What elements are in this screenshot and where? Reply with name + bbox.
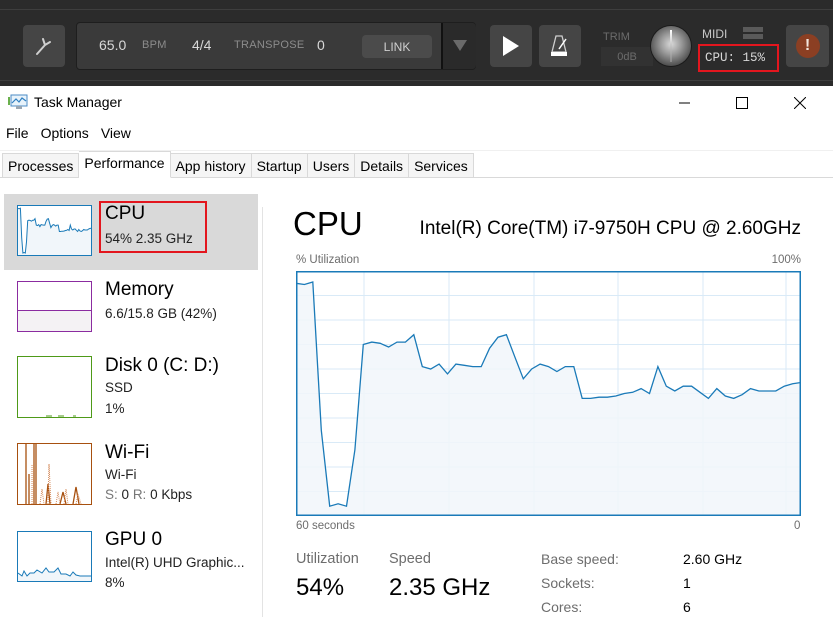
minimize-icon (679, 102, 690, 104)
tab-processes[interactable]: Processes (2, 153, 80, 178)
midi-label: MIDI (702, 27, 728, 41)
speed-value: 2.35 GHz (389, 574, 491, 601)
transpose-value[interactable]: 0 (317, 37, 325, 53)
wifi-mini-graph (25, 444, 82, 504)
spec-value: 1 (683, 575, 691, 591)
sidebar-item-detail: 1% (105, 401, 125, 416)
y-axis-label: % Utilization (296, 254, 360, 266)
trim-value[interactable]: 0dB (601, 47, 653, 66)
page-title: CPU (293, 205, 363, 242)
x-axis-left-label: 60 seconds (296, 520, 355, 532)
memory-usage-fill (18, 310, 91, 331)
midi-activity-indicator (743, 27, 763, 40)
cpu-mini-graph (18, 207, 91, 255)
spec-key: Cores: (541, 599, 583, 615)
task-manager-icon (8, 94, 28, 109)
sidebar-item-label: Disk 0 (C: D:) (105, 355, 219, 376)
maximize-icon (736, 97, 748, 109)
x-axis-right-label: 0 (794, 520, 801, 532)
play-icon (503, 36, 519, 56)
tab-performance[interactable]: Performance (79, 151, 171, 178)
toolbar-divider (0, 9, 833, 10)
tab-services[interactable]: Services (409, 153, 474, 178)
spec-value: 6 (683, 599, 691, 615)
cpu-utilization-graph (296, 271, 801, 516)
tab-details[interactable]: Details (355, 153, 410, 178)
dropdown-arrow-icon (452, 40, 467, 51)
sidebar-item-disk[interactable]: Disk 0 (C: D:) SSD 1% (4, 346, 258, 422)
menu-bar: File Options View (6, 125, 131, 141)
tab-users[interactable]: Users (307, 153, 356, 178)
transport-panel: 65.0 BPM 4/4 TRANSPOSE 0 LINK (76, 22, 476, 70)
sidebar-item-detail: 8% (105, 575, 125, 590)
sidebar-item-gpu[interactable]: GPU 0 Intel(R) UHD Graphic... 8% (4, 520, 258, 596)
spec-key: Base speed: (541, 551, 619, 567)
menu-view[interactable]: View (101, 125, 131, 141)
cpu-highlight-box (99, 201, 207, 253)
wifi-thumbnail (17, 443, 92, 505)
close-icon (794, 97, 806, 109)
sidebar-item-memory[interactable]: Memory 6.6/15.8 GB (42%) (4, 270, 258, 346)
wifi-throughput: S: 0 R: 0 Kbps (105, 487, 193, 502)
tempo-unit: BPM (142, 39, 167, 51)
time-signature[interactable]: 4/4 (192, 37, 211, 53)
spec-value: 2.60 GHz (683, 551, 743, 567)
window-title-bar: Task Manager (8, 93, 122, 111)
alert-button[interactable]: ! (786, 25, 829, 67)
metronome-button[interactable] (539, 25, 581, 67)
trim-label: TRIM (603, 31, 630, 43)
window-title: Task Manager (34, 94, 122, 110)
y-axis-max-label: 100% (771, 254, 801, 266)
sidebar-item-detail: Wi-Fi (105, 467, 137, 482)
utilization-label: Utilization (296, 551, 359, 567)
tab-startup[interactable]: Startup (251, 153, 308, 178)
play-button[interactable] (490, 25, 532, 67)
sidebar-divider (262, 207, 263, 617)
sidebar-item-label: GPU 0 (105, 529, 163, 550)
link-button[interactable]: LINK (362, 35, 432, 58)
close-button[interactable] (770, 88, 830, 118)
minimize-button[interactable] (655, 88, 715, 118)
maximize-button[interactable] (712, 88, 772, 118)
transport-dropdown-button[interactable] (443, 23, 476, 69)
menu-file[interactable]: File (6, 125, 29, 141)
speed-label: Speed (389, 551, 431, 567)
menu-options[interactable]: Options (41, 125, 89, 141)
disk-mini-graph (46, 415, 76, 417)
daw-toolbar: 65.0 BPM 4/4 TRANSPOSE 0 LINK TRIM 0dB M… (0, 0, 833, 86)
alert-icon: ! (795, 34, 820, 58)
utilization-value: 54% (296, 574, 345, 601)
tab-app-history[interactable]: App history (170, 153, 252, 178)
wrench-icon (36, 38, 51, 55)
toolbar-divider (0, 80, 833, 81)
sidebar-item-detail: SSD (105, 380, 133, 395)
cpu-model: Intel(R) Core(TM) i7-9750H CPU @ 2.60GHz (419, 218, 801, 239)
sidebar-item-label: Wi-Fi (105, 442, 150, 463)
utilization-area (18, 208, 91, 255)
sidebar-item-detail: 6.6/15.8 GB (42%) (105, 306, 217, 321)
spec-key: Sockets: (541, 575, 595, 591)
gpu-mini-graph (18, 567, 91, 581)
disk-thumbnail (17, 356, 92, 418)
metronome-icon (551, 35, 567, 56)
settings-button[interactable] (23, 25, 65, 67)
volume-knob[interactable] (651, 26, 691, 66)
daw-cpu-readout: CPU: 15% (705, 51, 766, 65)
knob-icon (670, 30, 672, 62)
tab-bar: Processes Performance App history Startu… (2, 151, 474, 178)
sidebar-item-wifi[interactable]: Wi-Fi Wi-Fi S: 0 R: 0 Kbps (4, 433, 258, 509)
cpu-thumbnail (17, 205, 92, 256)
gpu-thumbnail (17, 531, 92, 582)
memory-thumbnail (17, 281, 92, 332)
transpose-label: TRANSPOSE (234, 39, 305, 51)
sidebar-item-label: Memory (105, 279, 174, 300)
sidebar-item-detail: Intel(R) UHD Graphic... (105, 555, 245, 570)
tempo-value[interactable]: 65.0 (99, 37, 126, 53)
